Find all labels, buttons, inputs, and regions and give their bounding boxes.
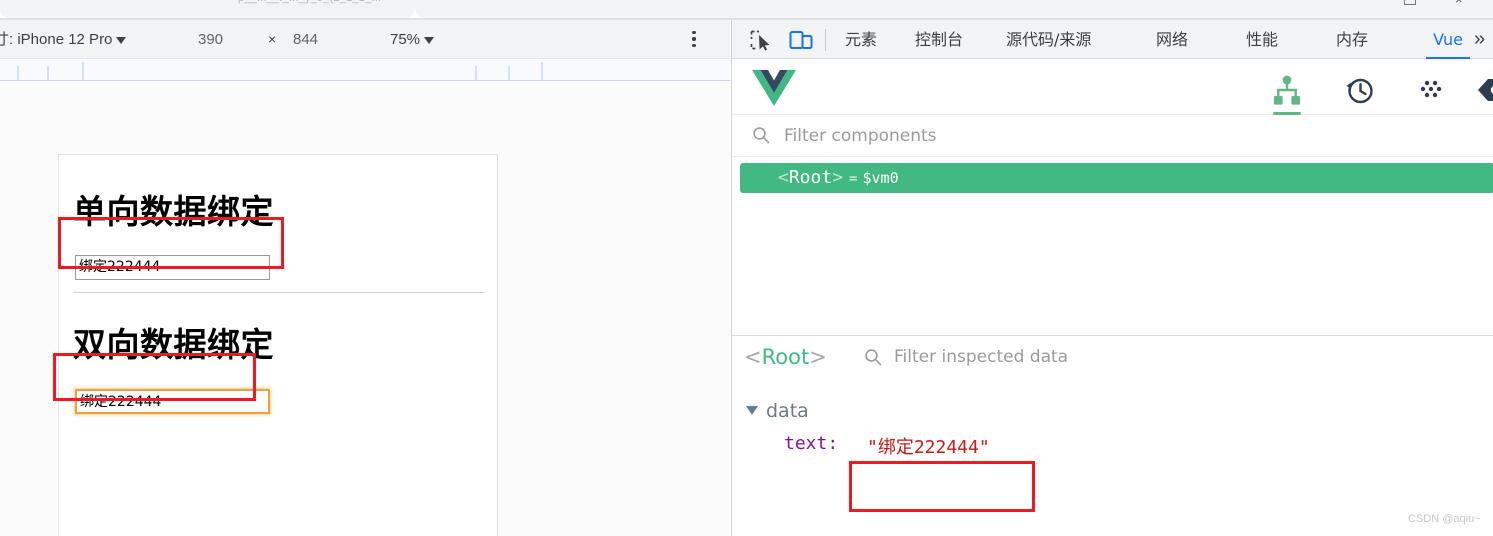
- chevron-down-icon: [424, 36, 435, 44]
- viewport-ruler: [0, 59, 730, 81]
- tree-close-bracket: >: [832, 167, 844, 188]
- chevron-down-icon: [746, 406, 758, 415]
- tab-vue-label: Vue: [1433, 30, 1463, 49]
- tab-strip-background: [415, 0, 1493, 18]
- tab-performance[interactable]: 性能: [1246, 20, 1278, 59]
- viewport-width-input[interactable]: 390: [198, 20, 223, 59]
- inspect-open-bracket: <: [744, 345, 762, 369]
- tab-console[interactable]: 控制台: [915, 20, 963, 59]
- annotation-box-one-way-input: [58, 217, 284, 269]
- toolbar-divider: [825, 29, 826, 51]
- components-tree-icon[interactable]: [1270, 73, 1304, 115]
- device-selector-label: 寸: iPhone 12 Pro: [0, 31, 113, 48]
- search-icon: [752, 126, 770, 144]
- filter-components-bar[interactable]: Filter components: [732, 115, 1493, 157]
- tab-elements[interactable]: 元素: [845, 20, 877, 59]
- data-tree: data text: "绑定222444": [732, 378, 1493, 536]
- device-more-options-icon[interactable]: [686, 31, 702, 49]
- inspected-data-pane: <Root> Filter inspected data data text: …: [732, 336, 1493, 536]
- tree-item-root[interactable]: <Root> = $vm0: [740, 163, 1493, 193]
- device-emulation-pane: 寸: iPhone 12 Pro 390 × 844 75% 单向数据绑定 绑定…: [0, 20, 730, 536]
- tree-vm-ref: $vm0: [862, 169, 899, 187]
- tab-sources[interactable]: 源代码/来源: [1006, 20, 1091, 59]
- vuex-icon[interactable]: [1414, 73, 1448, 107]
- browser-tab-strip: p__...__f_..._y_5_(2_1_1_... ×: [0, 0, 1493, 20]
- device-selector[interactable]: 寸: iPhone 12 Pro: [0, 20, 127, 59]
- vue-devtools-body: Filter components <Root> = $vm0 <Root> F…: [732, 59, 1493, 536]
- tab-memory[interactable]: 内存: [1336, 20, 1368, 59]
- settings-icon[interactable]: [1476, 73, 1493, 107]
- viewport-height-input[interactable]: 844: [293, 20, 318, 59]
- vue-logo-icon: [752, 69, 796, 107]
- vue-devtools-header: [732, 59, 1493, 115]
- zoom-selector-label: 75%: [390, 31, 421, 48]
- annotation-box-two-way-input: [53, 353, 256, 401]
- filter-components-input[interactable]: Filter components: [784, 115, 937, 157]
- inspect-component-name: Root: [761, 345, 810, 369]
- data-group-label: data: [766, 400, 809, 422]
- tree-open-bracket: <: [778, 167, 789, 188]
- devtools-panel: 元素 控制台 源代码/来源 网络 性能 内存 Vue » Filter comp…: [731, 20, 1493, 536]
- emulated-viewport[interactable]: 单向数据绑定 绑定222444 双向数据绑定 绑定222444: [58, 154, 498, 536]
- page-canvas: 单向数据绑定 绑定222444 双向数据绑定 绑定222444: [0, 81, 730, 536]
- device-toolbar-icon[interactable]: [788, 28, 814, 52]
- search-icon: [864, 348, 882, 366]
- data-key-text: text:: [784, 433, 839, 454]
- component-tree: <Root> = $vm0: [732, 157, 1493, 335]
- filter-inspected-data-input[interactable]: Filter inspected data: [894, 336, 1068, 378]
- inspect-close-bracket: >: [809, 345, 827, 369]
- devtools-tab-bar: 元素 控制台 源代码/来源 网络 性能 内存 Vue »: [732, 20, 1493, 59]
- tab-vue[interactable]: Vue: [1426, 20, 1470, 59]
- inspected-component-title: <Root>: [744, 336, 827, 378]
- more-tabs-icon[interactable]: »: [1474, 20, 1485, 59]
- zoom-selector[interactable]: 75%: [390, 20, 435, 59]
- watermark: CSDN @aqiu~: [1408, 513, 1481, 525]
- tree-component-name: Root: [788, 167, 833, 188]
- browser-tab-title: p__...__f_..._y_5_(2_1_1_...: [238, 0, 381, 4]
- annotation-box-data-value: [849, 461, 1035, 512]
- device-emulation-toolbar: 寸: iPhone 12 Pro 390 × 844 75%: [0, 20, 730, 59]
- inspect-element-icon[interactable]: [748, 28, 774, 52]
- screenshot-root: p__...__f_..._y_5_(2_1_1_... × 寸: iPhone…: [0, 0, 1493, 536]
- close-window-button[interactable]: ×: [1455, 0, 1468, 6]
- tree-equals: =: [849, 171, 858, 187]
- section-divider: [73, 292, 485, 293]
- data-value-text[interactable]: "绑定222444": [867, 433, 990, 459]
- data-group-toggle[interactable]: data: [746, 400, 809, 422]
- maximize-window-button[interactable]: [1404, 0, 1416, 5]
- tab-network[interactable]: 网络: [1156, 20, 1188, 59]
- dimension-separator-icon: ×: [268, 31, 277, 47]
- chevron-down-icon: [116, 36, 127, 44]
- timeline-icon[interactable]: [1342, 73, 1376, 107]
